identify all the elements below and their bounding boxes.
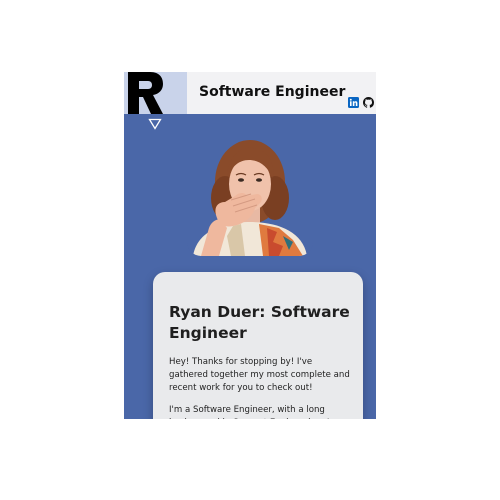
r-logo-icon	[128, 72, 163, 114]
github-link[interactable]	[363, 93, 374, 108]
intro-card: Ryan Duer: Software Engineer Hey! Thanks…	[153, 272, 363, 419]
site-title: Software Engineer	[199, 84, 346, 100]
triangle-down-icon	[148, 118, 162, 130]
site-logo[interactable]	[124, 72, 187, 114]
site-header: Software Engineer	[124, 72, 376, 114]
menu-toggle-button[interactable]	[148, 115, 162, 130]
linkedin-icon	[348, 97, 359, 108]
intro-heading: Ryan Duer: Software Engineer	[169, 303, 350, 342]
intro-paragraph-2: I'm a Software Engineer, with a long bac…	[169, 405, 329, 419]
profile-photo	[187, 136, 313, 256]
github-icon	[363, 97, 374, 108]
intro-paragraph-1: Hey! Thanks for stopping by! I've gather…	[169, 357, 350, 393]
linkedin-link[interactable]	[348, 93, 359, 108]
browser-viewport: Software Engineer Ryan Duer: Software En…	[124, 72, 376, 419]
profile-portrait-image	[187, 136, 313, 256]
